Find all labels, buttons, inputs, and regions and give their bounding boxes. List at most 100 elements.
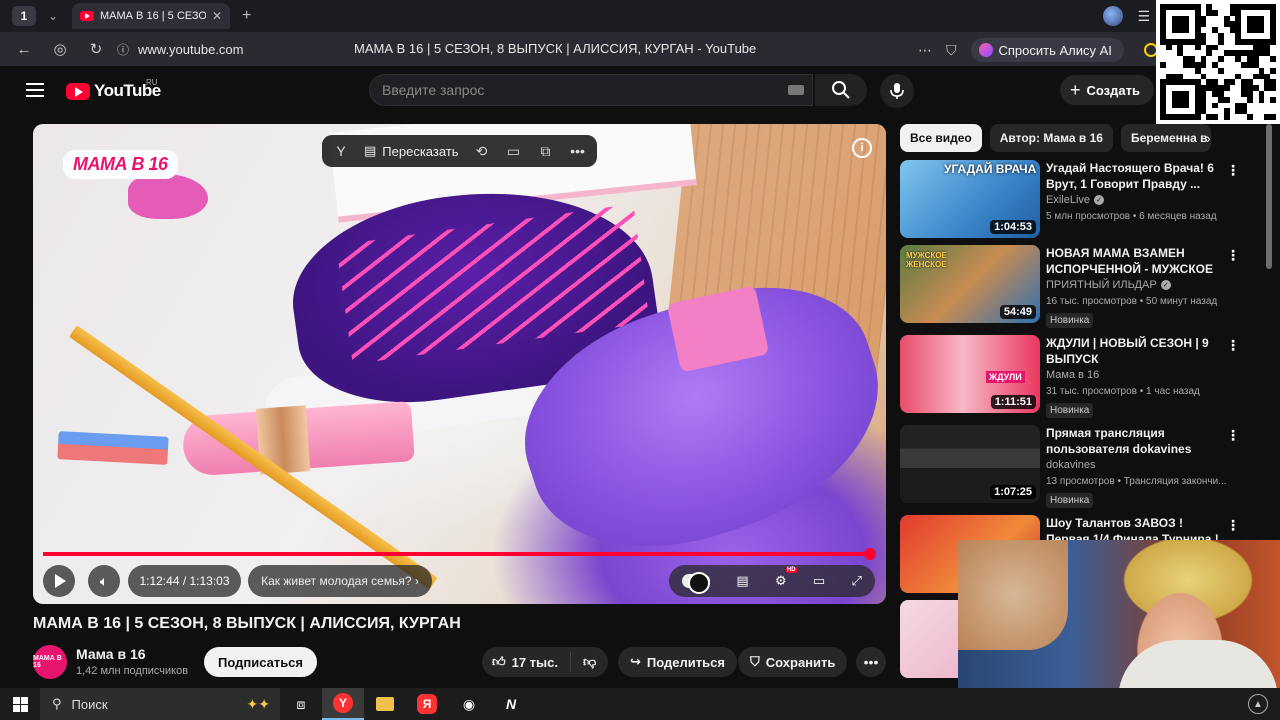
page-title: МАМА В 16 | 5 СЕЗОН, 8 ВЫПУСК | АЛИССИЯ,… <box>354 41 757 56</box>
chevron-down-icon[interactable]: ⌄ <box>42 9 64 23</box>
list-item[interactable]: УГАДАЙ ВРАЧА 1:04:53 Угадай Настоящего В… <box>900 160 1260 240</box>
profile-icon[interactable] <box>1103 6 1124 26</box>
tray-overflow-icon[interactable]: ▲ <box>1248 694 1268 714</box>
recommendation-channel[interactable]: ПРИЯТНЫЙ ИЛЬДАР ✓ <box>1046 279 1171 291</box>
yandex-ai-icon[interactable]: Y <box>332 143 350 159</box>
share-label: Поделиться <box>646 654 725 670</box>
chip-pregnant[interactable]: Беременна в <box>1120 124 1211 152</box>
volume-button[interactable]: 🔈︎ <box>88 565 120 597</box>
list-item[interactable]: ЖДУЛИ 1:11:51 ЖДУЛИ | НОВЫЙ СЕЗОН | 9 ВЫ… <box>900 335 1260 418</box>
keyboard-icon[interactable] <box>788 85 804 95</box>
region-label: RU <box>146 78 158 87</box>
video-thumbnail[interactable]: МУЖСКОЕ ЖЕНСКОЕ 54:49 <box>900 245 1040 323</box>
translate-icon[interactable]: ⟲ <box>473 143 491 159</box>
kebab-menu-icon[interactable]: ⋮ <box>1226 162 1240 179</box>
recommendation-title[interactable]: ЖДУЛИ | НОВЫЙ СЕЗОН | 9 ВЫПУСК <box>1046 335 1226 367</box>
search-icon: ⚲ <box>52 696 62 711</box>
player-right-controls: ▤ ⚙ HD ▭ ⤢ <box>669 565 875 597</box>
recommendation-channel[interactable]: dokavines <box>1046 459 1096 471</box>
video-player[interactable]: МАМА В 16 Y ▤ Пересказать ⟲ ▭ ⧉ ••• i 🔈︎… <box>33 124 886 604</box>
save-label: Сохранить <box>765 654 836 670</box>
ask-alice-button[interactable]: Спросить Алису AI <box>970 38 1124 62</box>
notion-like-icon[interactable]: N <box>490 688 532 720</box>
reload-icon[interactable]: ↻ <box>78 40 114 58</box>
recommendation-title[interactable]: Угадай Настоящего Врача! 6 Врут, 1 Говор… <box>1046 160 1226 192</box>
windows-start-icon[interactable] <box>0 696 40 712</box>
kebab-menu-icon[interactable]: ⋮ <box>1226 337 1240 354</box>
avatar[interactable]: МАМА В 16 <box>33 645 67 679</box>
subtitles-icon[interactable]: ▭ <box>505 143 523 159</box>
yandex-app-icon[interactable]: Я <box>406 688 448 720</box>
url-field[interactable]: www.youtube.com <box>138 42 348 57</box>
more-icon[interactable]: ⋯ <box>918 42 932 59</box>
ask-alice-label: Спросить Алису AI <box>998 42 1112 58</box>
list-item[interactable]: 1:07:25 Прямая трансляция пользователя d… <box>900 425 1260 508</box>
recommendation-title[interactable]: НОВАЯ МАМА ВЗАМЕН ИСПОРЧЕННОЙ - МУЖСКОЕ … <box>1046 245 1226 277</box>
protect-icon[interactable]: ◎ <box>42 40 78 58</box>
file-explorer-icon[interactable] <box>364 688 406 720</box>
like-button[interactable]: 👍︎ 17 тыс. <box>482 652 571 672</box>
progress-knob[interactable] <box>863 548 876 560</box>
fullscreen-icon[interactable]: ⤢ <box>851 573 861 589</box>
close-icon[interactable]: ✕ <box>212 9 222 23</box>
progress-fill <box>43 552 870 556</box>
dislike-button[interactable]: 👎︎ <box>571 654 608 670</box>
video-thumbnail[interactable]: ЖДУЛИ 1:11:51 <box>900 335 1040 413</box>
info-icon[interactable]: i <box>852 138 872 158</box>
search-button[interactable] <box>815 74 867 106</box>
progress-bar[interactable] <box>43 548 876 560</box>
thumbnail-text: УГАДАЙ ВРАЧА <box>944 162 1037 176</box>
back-arrow-icon[interactable]: ← <box>6 41 42 58</box>
kebab-menu-icon[interactable]: ⋮ <box>1226 247 1240 264</box>
taskbar-search[interactable]: ⚲ Поиск ✦✦ <box>40 688 280 720</box>
copilot-sparkle-icon[interactable]: ✦✦ <box>247 696 270 713</box>
save-button[interactable]: ⛉ Сохранить <box>738 647 848 677</box>
more-options-icon[interactable]: ••• <box>569 143 587 159</box>
subtitles-icon[interactable]: ▤ <box>736 573 748 589</box>
new-tab-icon[interactable]: + <box>242 7 251 25</box>
video-thumbnail[interactable]: 1:07:25 <box>900 425 1040 503</box>
obs-icon[interactable]: ◉ <box>448 688 490 720</box>
menu-icon[interactable]: ☰ <box>1137 8 1150 25</box>
site-info-icon[interactable]: ⓘ <box>114 41 132 58</box>
search-input[interactable] <box>382 82 788 98</box>
player-toolbar: Y ▤ Пересказать ⟲ ▭ ⧉ ••• <box>322 135 597 167</box>
play-button[interactable] <box>43 565 75 597</box>
time-display: 1:12:44 / 1:13:03 <box>128 565 241 597</box>
more-actions-button[interactable]: ••• <box>856 647 886 677</box>
chevron-right-icon[interactable]: › <box>1206 130 1211 146</box>
browser-tab[interactable]: МАМА В 16 | 5 СЕЗОН, ✕ <box>72 3 230 29</box>
create-button[interactable]: + Создать <box>1060 75 1154 105</box>
autoplay-toggle[interactable] <box>682 572 711 594</box>
youtube-favicon-icon <box>80 11 94 21</box>
list-item[interactable]: МУЖСКОЕ ЖЕНСКОЕ 54:49 НОВАЯ МАМА ВЗАМЕН … <box>900 245 1260 328</box>
theater-mode-icon[interactable]: ▭ <box>813 573 825 589</box>
chapter-button[interactable]: Как живет молодая семья? › <box>248 565 432 597</box>
video-thumbnail[interactable]: УГАДАЙ ВРАЧА 1:04:53 <box>900 160 1040 238</box>
share-button[interactable]: ↪ Поделиться <box>618 647 737 677</box>
task-view-icon[interactable]: ⧈ <box>280 688 322 720</box>
channel-name[interactable]: Мама в 16 <box>76 646 146 662</box>
recommendation-title[interactable]: Прямая трансляция пользователя dokavines <box>1046 425 1226 457</box>
bookmark-icon[interactable]: ⛉ <box>946 42 957 59</box>
sidebar-scrollbar[interactable] <box>1266 124 1272 269</box>
volume-icon: 🔈︎ <box>99 572 109 589</box>
chapter-label: Как живет молодая семья? <box>261 574 412 588</box>
kebab-menu-icon[interactable]: ⋮ <box>1226 517 1240 534</box>
chip-author[interactable]: Автор: Мама в 16 <box>989 124 1113 152</box>
subscribe-button[interactable]: Подписаться <box>204 647 318 677</box>
recommendation-channel[interactable]: ExileLive ✓ <box>1046 194 1105 206</box>
address-bar: ← ◎ ↻ ⓘ www.youtube.com МАМА В 16 | 5 СЕ… <box>0 32 1280 66</box>
voice-search-button[interactable] <box>880 74 914 108</box>
yandex-browser-icon[interactable]: Y <box>322 688 364 720</box>
recommendation-meta: 5 млн просмотров • 6 месяцев назад <box>1046 211 1217 222</box>
picture-in-picture-icon[interactable]: ⧉ <box>537 143 555 159</box>
tab-count-button[interactable]: 1 <box>12 6 36 26</box>
recommendation-channel[interactable]: Мама в 16 <box>1046 369 1099 381</box>
kebab-menu-icon[interactable]: ⋮ <box>1226 427 1240 444</box>
hamburger-menu-icon[interactable] <box>26 83 44 101</box>
youtube-header: YouTube RU + Создать <box>0 66 1280 116</box>
chip-all-videos[interactable]: Все видео <box>900 124 982 152</box>
settings-icon[interactable]: ⚙ HD <box>775 567 797 589</box>
retell-button[interactable]: ▤ Пересказать <box>364 143 459 159</box>
